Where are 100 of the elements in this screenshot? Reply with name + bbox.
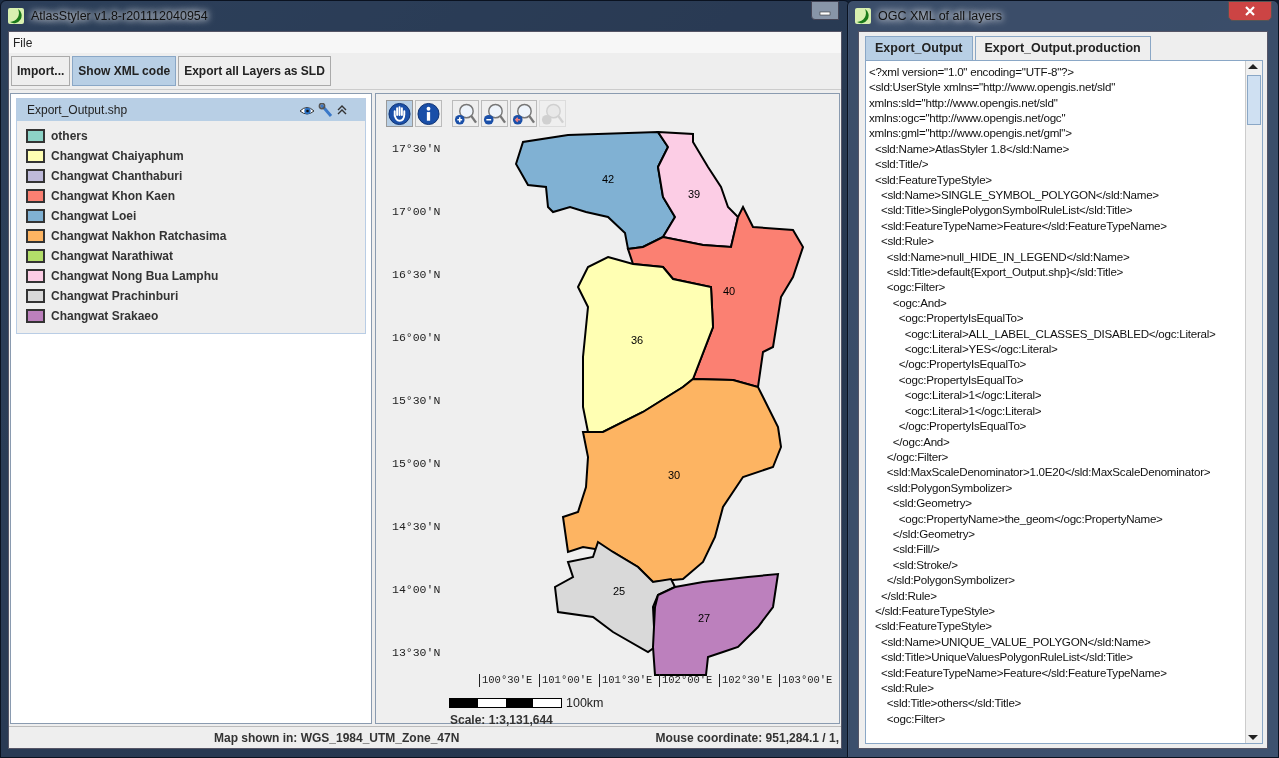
scale-text: Scale: 1:3,131,644 [450,712,553,729]
code-line: </sld:FeatureTypeStyle> [873,602,996,619]
zoom-in-icon [454,101,477,126]
legend-label: Changwat Chaiyaphum [51,148,184,165]
legend-label: Changwat Khon Kaen [51,188,175,205]
code-line: </sld:PolygonSymbolizer> [885,572,1016,588]
code-line: xmlns:gml="http://www.opengis.net/gml"> [869,125,1073,141]
region-label: 27 [697,612,711,624]
region-label: 42 [601,173,615,185]
zoom-forward-icon [541,101,564,126]
longitude-label: 100°30'E [479,674,533,687]
code-line: <ogc:Literal>ALL_LABEL_CLASSES_DISABLED</ogc:Literal> [903,325,1217,342]
legend-label: Changwat Loei [51,208,137,225]
code-line: <sld:Rule> [879,680,935,696]
code-line: xmlns:sld="http://www.opengis.net/sld" [869,94,1059,110]
legend-label: Changwat Narathiwat [51,248,173,265]
toolbar-button[interactable]: Import... [11,56,71,86]
map-tool-button[interactable] [452,100,479,127]
info-icon [417,101,440,126]
longitude-label: 102°00'E [659,674,713,687]
latitude-label: 15°00'N [392,456,441,472]
zoom-out-icon [483,101,506,126]
close-button[interactable] [1228,1,1272,21]
legend-label: others [51,128,88,145]
code-line: <ogc:Literal>YES</ogc:Literal> [903,341,1059,357]
code-line: <sld:Rule> [879,233,935,249]
latitude-label: 17°30'N [392,141,441,157]
scroll-down-icon[interactable] [1246,733,1260,743]
map-tool-button[interactable] [386,100,413,127]
app-logo-icon [854,7,872,25]
code-line: <sld:FeatureTypeName>Feature</sld:FeatureTypeName> [879,664,1168,680]
latitude-label: 15°30'N [392,393,441,409]
tab[interactable]: Export_Output [865,36,973,60]
code-line: <sld:Title>others</sld:Title> [885,695,1023,711]
code-line: <sld:UserStyle xmlns="http://www.opengis.net/sld" [869,79,1116,95]
latitude-label: 14°00'N [392,582,441,598]
legend-label: Changwat Chanthaburi [51,168,183,185]
window-title: OGC XML of all layers [878,7,1002,25]
code-line: </sld:Geometry> [891,525,976,542]
code-line: <sld:FeatureTypeName>Feature</sld:FeatureTypeName> [879,217,1168,234]
code-line: <?xml version="1.0" encoding="UTF-8"?> [869,63,1075,80]
legend-label: Changwat Nong Bua Lamphu [51,268,219,285]
code-line: <ogc:Filter> [885,279,947,295]
latitude-label: 14°30'N [392,519,441,535]
hand-icon [388,101,411,126]
code-line: xmlns:ogc="http://www.opengis.net/ogc" [869,109,1067,126]
latitude-label: 17°00'N [392,204,441,220]
code-line: <sld:FeatureTypeStyle> [873,618,993,634]
code-line: <sld:Title>UniqueValuesPolygonRuleList</sld:Title> [879,649,1134,665]
code-line: <sld:Title>default{Export_Output.shp}</sld:Title> [885,264,1125,280]
code-line: </sld:Rule> [879,587,938,603]
map-tool-button[interactable] [415,100,442,127]
scroll-thumb[interactable] [1247,74,1261,125]
code-line: <sld:Name>UNIQUE_VALUE_POLYGON</sld:Name> [879,633,1152,650]
code-line: <ogc:Literal>1</ogc:Literal> [903,387,1043,403]
latitude-label: 16°30'N [392,267,441,283]
scale-distance: 100km [566,695,604,712]
code-line: </ogc:And> [891,433,951,449]
legend-label: Changwat Prachinburi [51,288,179,305]
toolbar-button[interactable]: Export all Layers as SLD [178,56,331,86]
tab[interactable]: Export_Output.production [974,36,1151,60]
projection-status: Map shown in: WGS_1984_UTM_Zone_47N [214,729,460,747]
menu-item[interactable]: File [13,33,33,52]
wrench-icon[interactable] [318,102,333,118]
map-tool-button[interactable] [481,100,508,127]
region-label: 25 [612,585,626,597]
longitude-label: 102°30'E [719,674,773,687]
code-line: </ogc:PropertyIsEqualTo> [897,356,1028,372]
code-line: <sld:Stroke/> [891,556,959,573]
toolbar-button[interactable]: Show XML code [72,56,177,86]
code-line: <ogc:Literal>1</ogc:Literal> [903,402,1043,419]
region-label: 36 [630,334,644,346]
code-line: <ogc:PropertyName>the_geom</ogc:PropertyName> [897,510,1164,526]
code-line: <sld:Name>AtlasStyler 1.8</sld:Name> [873,140,1070,157]
legend-label: Changwat Nakhon Ratchasima [51,228,227,245]
region-label: 30 [667,469,681,481]
code-line: </ogc:Filter> [885,448,950,465]
longitude-label: 101°30'E [599,674,653,687]
minimize-button[interactable] [811,1,839,20]
code-line: <sld:MaxScaleDenominator>1.0E20</sld:MaxScaleDenominator> [885,464,1212,480]
scrollbar[interactable] [1245,60,1262,743]
code-line: <ogc:And> [891,294,948,311]
zoom-back-icon [512,101,535,126]
code-line: <sld:Fill/> [891,541,941,557]
longitude-label: 103°00'E [779,674,833,687]
latitude-label: 16°00'N [392,330,441,346]
code-line: <sld:Geometry> [891,495,973,511]
map-tool-button[interactable] [510,100,537,127]
latitude-label: 13°30'N [392,645,441,661]
window-title: AtlasStyler v1.8-r201112040954 [31,7,208,25]
code-line: <ogc:PropertyIsEqualTo> [897,371,1025,388]
region-label: 40 [722,285,736,297]
app-logo-icon [7,7,25,25]
code-line: <sld:PolygonSymbolizer> [885,479,1013,496]
code-line: <sld:Name>SINGLE_SYMBOL_POLYGON</sld:Name> [879,187,1160,203]
code-line: </ogc:PropertyIsEqualTo> [897,418,1028,434]
collapse-icon[interactable] [336,103,348,117]
layer-name: Export_Output.shp [27,102,129,119]
code-line: <sld:FeatureTypeStyle> [873,171,993,187]
longitude-label: 101°00'E [539,674,593,687]
